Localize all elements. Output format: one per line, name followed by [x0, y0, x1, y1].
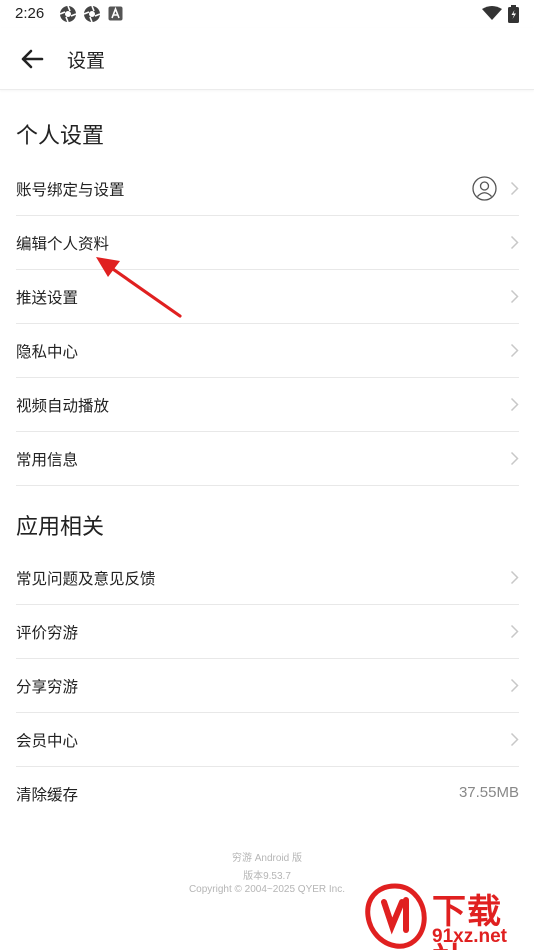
cache-size-value: 37.55MB — [458, 784, 519, 801]
app-a-icon — [108, 6, 123, 21]
watermark: 下载站 91xz.net — [362, 882, 534, 950]
section-title-app: 应用相关 — [16, 515, 105, 540]
arrow-left-icon — [21, 49, 44, 69]
wifi-icon — [482, 6, 502, 20]
footer-version: 版本9.53.7 — [243, 871, 291, 882]
settings-item-label: 视频自动播放 — [16, 397, 110, 415]
aperture-icon-2 — [83, 5, 101, 23]
back-button[interactable] — [14, 41, 50, 77]
settings-item-label: 评价穷游 — [16, 624, 79, 642]
settings-item-label: 会员中心 — [16, 732, 79, 750]
chevron-right-icon — [510, 181, 519, 196]
settings-item-rate-app[interactable]: 评价穷游 — [16, 605, 519, 659]
settings-item-label: 推送设置 — [16, 289, 79, 307]
chevron-right-icon — [510, 289, 519, 304]
chevron-right-icon — [510, 732, 519, 747]
footer-app-name: 穷游 Android 版 — [231, 853, 303, 864]
settings-item-account-binding[interactable]: 账号绑定与设置 — [16, 162, 519, 216]
chevron-right-icon — [510, 451, 519, 466]
watermark-logo-icon — [365, 883, 427, 949]
top-app-bar: 设置 — [0, 28, 534, 90]
settings-item-label: 分享穷游 — [16, 678, 79, 696]
settings-item-label: 常用信息 — [16, 451, 79, 469]
settings-item-label: 常见问题及意见反馈 — [16, 570, 156, 588]
settings-item-video-autoplay[interactable]: 视频自动播放 — [16, 378, 519, 432]
settings-item-share-app[interactable]: 分享穷游 — [16, 659, 519, 713]
chevron-right-icon — [510, 570, 519, 585]
status-time: 2:26 — [15, 5, 45, 22]
chevron-right-icon — [510, 235, 519, 250]
settings-item-membership[interactable]: 会员中心 — [16, 713, 519, 767]
settings-item-label: 隐私中心 — [16, 343, 79, 361]
page-title: 设置 — [67, 50, 106, 72]
aperture-icon — [59, 5, 77, 23]
settings-item-label: 清除缓存 — [16, 786, 79, 804]
settings-item-faq-feedback[interactable]: 常见问题及意见反馈 — [16, 551, 519, 605]
chevron-right-icon — [510, 397, 519, 412]
status-bar: 2:26 — [0, 0, 534, 28]
settings-item-clear-cache[interactable]: 清除缓存 37.55MB — [16, 767, 519, 821]
settings-item-privacy[interactable]: 隐私中心 — [16, 324, 519, 378]
settings-item-label: 编辑个人资料 — [16, 235, 110, 253]
annotation-arrow-icon — [96, 257, 182, 318]
battery-icon — [508, 5, 519, 23]
chevron-right-icon — [510, 678, 519, 693]
chevron-right-icon — [510, 624, 519, 639]
chevron-right-icon — [510, 343, 519, 358]
watermark-text-bottom: 91xz.net — [432, 926, 507, 947]
section-title-personal: 个人设置 — [16, 124, 105, 149]
settings-item-label: 账号绑定与设置 — [16, 181, 125, 199]
settings-item-common-info[interactable]: 常用信息 — [16, 432, 519, 486]
user-avatar-icon — [472, 176, 497, 201]
